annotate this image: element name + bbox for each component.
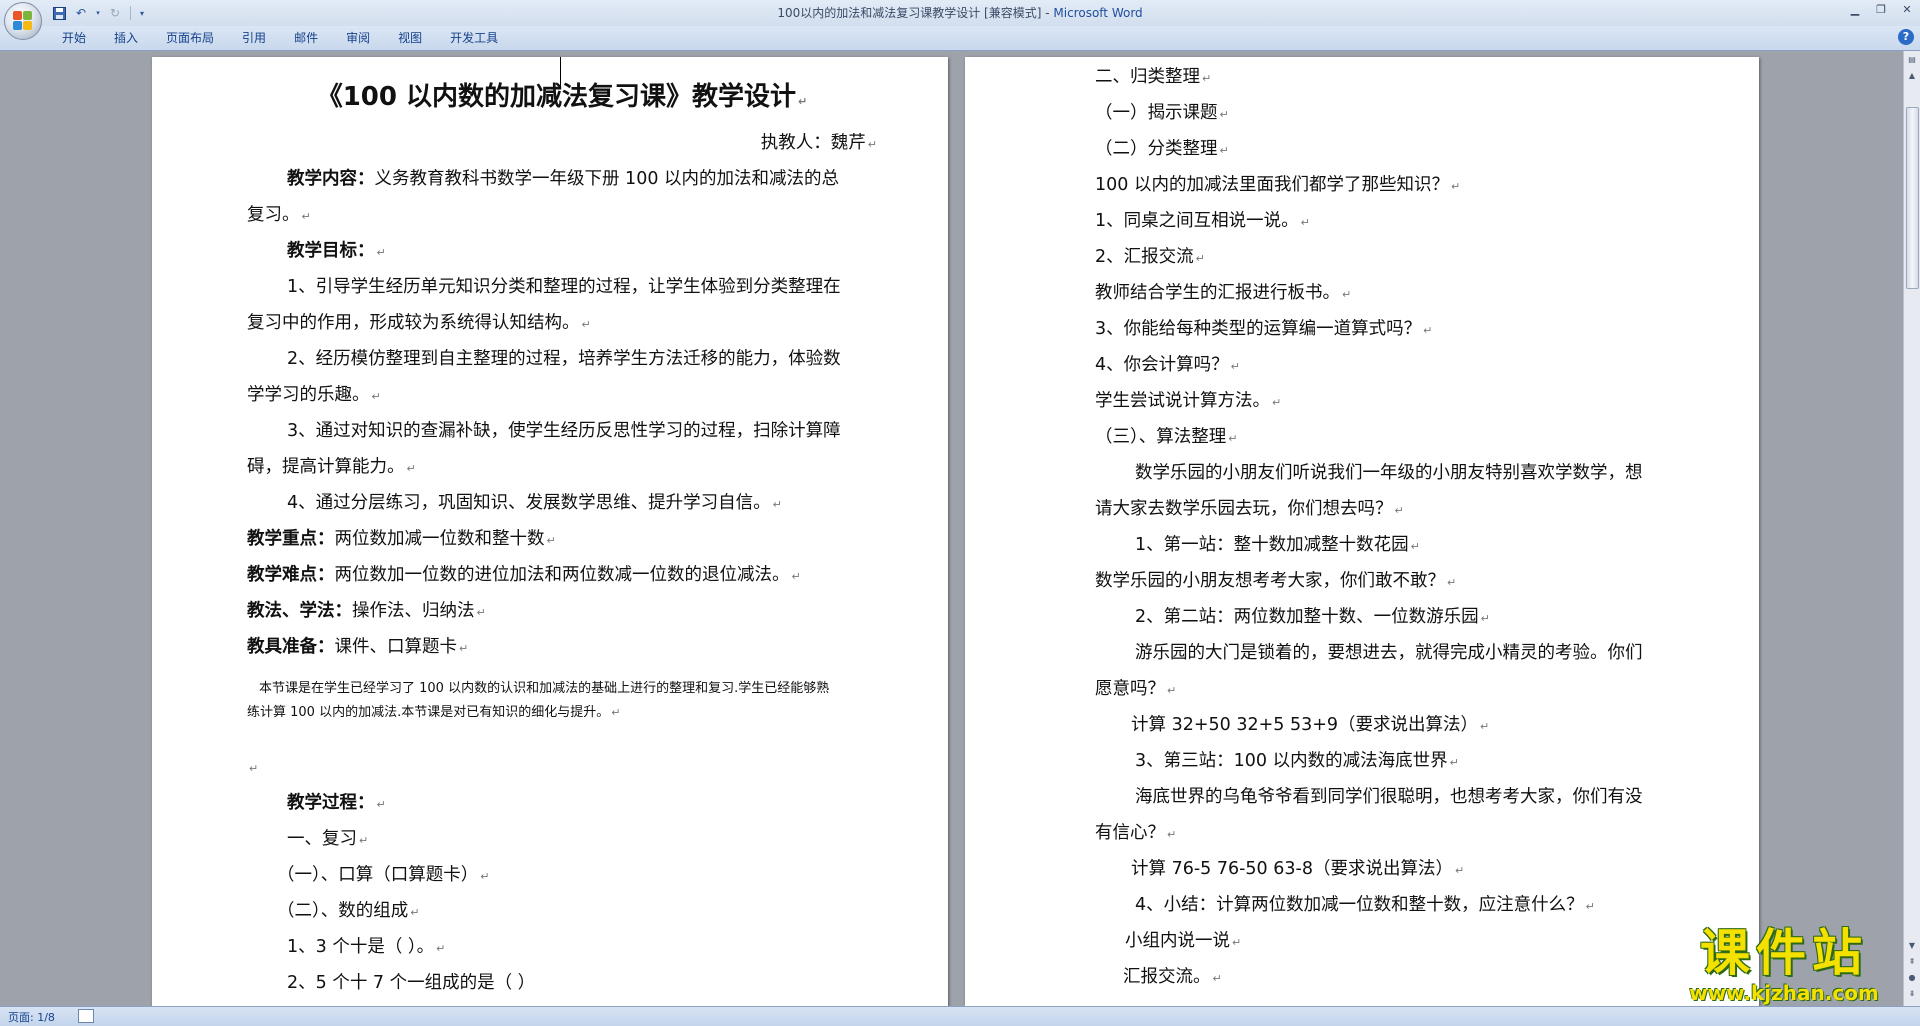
tab-home[interactable]: 开始 — [48, 29, 100, 47]
paragraph-line: 计算 32+50 32+5 53+9（要求说出算法） ↵ — [1131, 715, 1490, 735]
paragraph-line: 数学乐园的小朋友想考考大家，你们敢不敢？ ↵ — [1095, 571, 1457, 591]
process-heading: 教学过程： ↵ — [287, 793, 386, 813]
paragraph-line: 汇报交流。 ↵ — [1123, 967, 1222, 987]
paragraph-line: 学生尝试说计算方法。 ↵ — [1095, 391, 1282, 411]
tab-developer[interactable]: 开发工具 — [436, 29, 512, 47]
page-count[interactable]: 页面: 1/8 — [8, 1009, 55, 1025]
empty-paragraph: ↵ — [249, 762, 259, 775]
title-bar: ↶ ▾ ↻ ▾ 100以内的加法和减法复习课教学设计 [兼容模式] - Micr… — [0, 0, 1920, 40]
minimize-icon[interactable]: ▁ — [1842, 0, 1868, 18]
goal-line: 2、经历模仿整理到自主整理的过程，培养学生方法迁移的能力，体验数 — [287, 349, 841, 369]
document-workspace: 《100 以内数的加减法复习课》教学设计 ↵ 执教人：魏芹 ↵ 教学内容：义务教育教… — [0, 51, 1904, 1006]
paragraph-line: 教师结合学生的汇报进行板书。 ↵ — [1095, 283, 1352, 303]
goal-line: 3、通过对知识的查漏补缺，使学生经历反思性学习的过程，扫除计算障 — [287, 421, 841, 441]
paragraph-line: 愿意吗？ ↵ — [1095, 679, 1177, 699]
paragraph-line: 100 以内的加减法里面我们都学了那些知识？ ↵ — [1095, 175, 1461, 195]
watermark-logo-text: 课件站 — [1700, 924, 1868, 982]
office-button[interactable] — [4, 2, 42, 40]
goal-line: 1、引导学生经历单元知识分类和整理的过程，让学生体验到分类整理在 — [287, 277, 841, 297]
restore-icon[interactable]: ❐ — [1868, 0, 1894, 18]
watermark-url: www.kjzhan.com — [1689, 981, 1879, 1005]
paragraph-line: 2、第二站：两位数加整十数、一位数游乐园 ↵ — [1135, 607, 1490, 627]
tools-line: 教具准备：课件、口算题卡 ↵ — [247, 637, 469, 657]
paragraph-line: 2、汇报交流 ↵ — [1095, 247, 1205, 267]
scroll-up-icon[interactable]: ▲ — [1905, 69, 1919, 83]
tab-references[interactable]: 引用 — [228, 29, 280, 47]
author-line: 执教人：魏芹 ↵ — [760, 133, 877, 153]
close-icon[interactable]: ✕ — [1894, 0, 1920, 18]
content-line-2: 复习。 ↵ — [247, 205, 311, 225]
section-heading: 一、复习 ↵ — [287, 829, 369, 849]
scroll-down-icon[interactable]: ▼ — [1905, 939, 1919, 953]
paragraph-line: 游乐园的大门是锁着的，要想进去，就得完成小精灵的考验。你们 — [1135, 643, 1643, 663]
paragraph-line: 1、第一站：整十数加减整十数花园 ↵ — [1135, 535, 1420, 555]
goal-line: 学学习的乐趣。 ↵ — [247, 385, 381, 405]
goal-line: 4、通过分层练习，巩固知识、发展数学思维、提升学习自信。 ↵ — [287, 493, 782, 513]
document-title-heading: 《100 以内数的加减法复习课》教学设计 ↵ — [316, 82, 808, 112]
tab-review[interactable]: 审阅 — [332, 29, 384, 47]
tab-mailings[interactable]: 邮件 — [280, 29, 332, 47]
difficulty-line: 教学难点：两位数加一位数的进位加法和两位数减一位数的退位减法。 ↵ — [247, 565, 801, 585]
exercise-line: 2、5 个十 7 个一组成的是（ ） — [287, 973, 536, 993]
window-title: 100以内的加法和减法复习课教学设计 [兼容模式] - Microsoft Wo… — [777, 6, 1143, 20]
ribbon-tabs: 开始 插入 页面布局 引用 邮件 审阅 视图 开发工具 — [48, 29, 512, 47]
goal-line: 碍，提高计算能力。 ↵ — [247, 457, 416, 477]
paragraph-line: 1、同桌之间互相说一说。 ↵ — [1095, 211, 1310, 231]
content-line: 教学内容：义务教育教科书数学一年级下册 100 以内的加法和减法的总 — [287, 169, 840, 189]
vertical-scrollbar[interactable]: ▤ ▲ ▼ ⇞ ● ⇟ — [1903, 51, 1920, 1006]
paragraph-line: 有信心？ ↵ — [1095, 823, 1177, 843]
note-line: 本节课是在学生已经学习了 100 以内数的认识和加减法的基础上进行的整理和复习.… — [259, 681, 830, 696]
scrollbar-thumb[interactable] — [1906, 107, 1919, 289]
paragraph-line: 3、你能给每种类型的运算编一道算式吗？ ↵ — [1095, 319, 1433, 339]
paragraph-line: 数学乐园的小朋友们听说我们一年级的小朋友特别喜欢学数学，想 — [1135, 463, 1643, 483]
document-page-2[interactable]: 二、归类整理 ↵ （一）揭示课题 ↵ （二）分类整理 ↵ 100 以内的加减法里面我们… — [965, 57, 1759, 1006]
paragraph-line: 4、小结：计算两位数加减一位数和整十数，应注意什么？ ↵ — [1135, 895, 1595, 915]
proofing-icon[interactable] — [78, 1009, 94, 1023]
subsection-heading: （二）、数的组成 ↵ — [277, 901, 420, 921]
goal-line: 复习中的作用，形成较为系统得认知结构。 ↵ — [247, 313, 591, 333]
select-browse-object-icon[interactable]: ● — [1905, 971, 1919, 985]
window-controls: ▁ ❐ ✕ — [1842, 0, 1920, 18]
subsection-heading: （三）、算法整理 ↵ — [1095, 427, 1238, 447]
note-line: 练计算 100 以内的加减法.本节课是对已有知识的细化与提升。 ↵ — [247, 705, 621, 720]
section-heading: 二、归类整理 ↵ — [1095, 67, 1212, 87]
ruler-toggle-icon[interactable]: ▤ — [1905, 53, 1919, 67]
subsection-heading: （二）分类整理 ↵ — [1095, 139, 1229, 159]
previous-page-icon[interactable]: ⇞ — [1905, 955, 1919, 969]
paragraph-line: 海底世界的乌龟爷爷看到同学们很聪明，也想考考大家，你们有没 — [1135, 787, 1643, 807]
ribbon: 开始 插入 页面布局 引用 邮件 审阅 视图 开发工具 ? — [0, 26, 1920, 51]
goals-heading: 教学目标： ↵ — [287, 241, 386, 261]
paragraph-line: 小组内说一说 ↵ — [1125, 931, 1242, 951]
tab-view[interactable]: 视图 — [384, 29, 436, 47]
next-page-icon[interactable]: ⇟ — [1905, 987, 1919, 1001]
subsection-heading: （一）揭示课题 ↵ — [1095, 103, 1229, 123]
paragraph-line: 请大家去数学乐园去玩，你们想去吗？ ↵ — [1095, 499, 1404, 519]
subsection-heading: （一）、口算（口算题卡） ↵ — [277, 865, 490, 885]
status-bar: 页面: 1/8 — [0, 1006, 1920, 1026]
site-watermark: 课件站 www.kjzhan.com — [1668, 924, 1900, 1008]
document-title: 100以内的加法和减法复习课教学设计 [兼容模式] — [777, 6, 1042, 20]
method-line: 教法、学法：操作法、归纳法 ↵ — [247, 601, 486, 621]
office-logo-icon — [13, 11, 33, 31]
paragraph-line: 4、你会计算吗？ ↵ — [1095, 355, 1240, 375]
paragraph-line: 3、第三站：100 以内数的减法海底世界 ↵ — [1135, 751, 1459, 771]
paragraph-line: 计算 76-5 76-50 63-8（要求说出算法） ↵ — [1131, 859, 1465, 879]
tab-insert[interactable]: 插入 — [100, 29, 152, 47]
app-name: Microsoft Word — [1053, 6, 1143, 20]
key-point-line: 教学重点：两位数加减一位数和整十数 ↵ — [247, 529, 556, 549]
tab-page-layout[interactable]: 页面布局 — [152, 29, 228, 47]
document-page-1[interactable]: 《100 以内数的加减法复习课》教学设计 ↵ 执教人：魏芹 ↵ 教学内容：义务教育教… — [152, 57, 948, 1006]
help-icon[interactable]: ? — [1898, 29, 1914, 45]
exercise-line: 1、3 个十是（ ）。 ↵ — [287, 937, 446, 957]
